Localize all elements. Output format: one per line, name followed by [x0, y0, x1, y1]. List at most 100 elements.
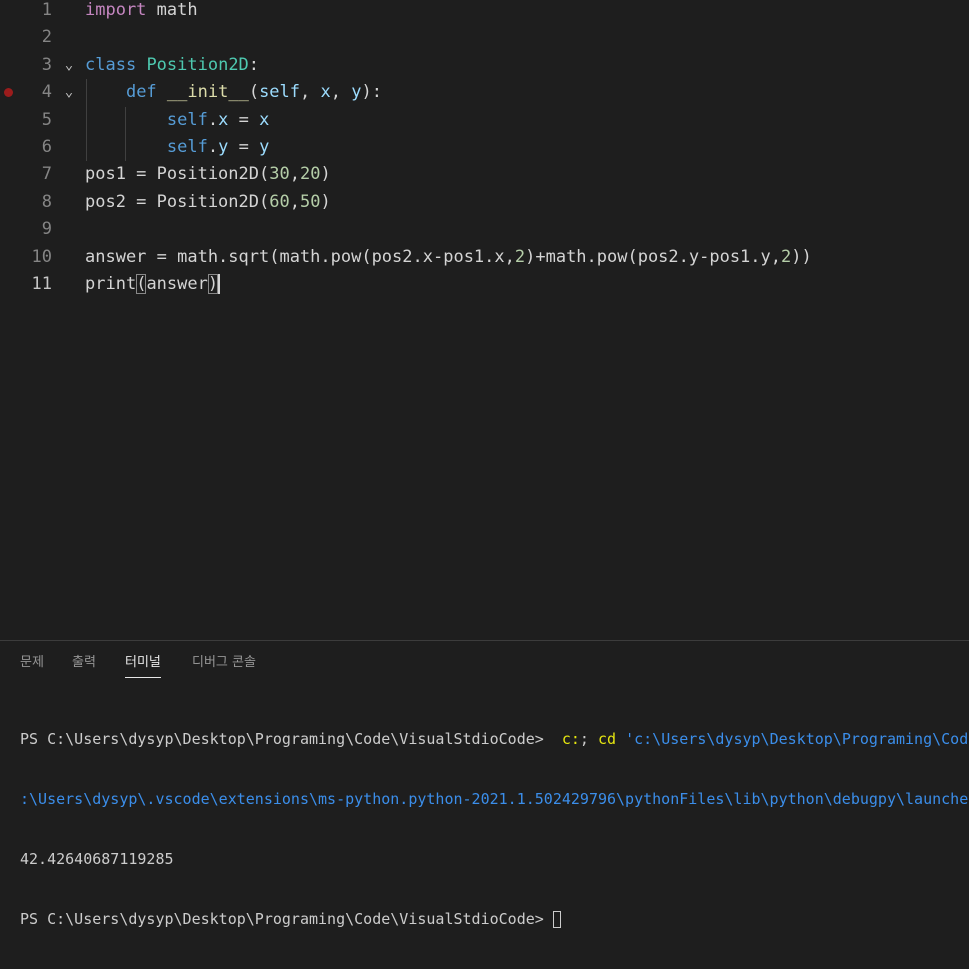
code-token: y	[351, 82, 362, 103]
tab-problems[interactable]: 문제	[20, 653, 44, 677]
line-number: 9	[41, 219, 52, 240]
code-text: import math	[85, 0, 198, 24]
terminal-output[interactable]: PS C:\Users\dysyp\Desktop\Programing\Cod…	[20, 689, 969, 969]
code-line[interactable]: 8 pos2 = Position2D(60,50)	[0, 189, 969, 216]
code-token: )	[320, 191, 331, 212]
code-token: 2	[781, 246, 792, 267]
code-token: def	[125, 82, 157, 103]
code-token: answer = math.sqrt(math.pow(pos2.x-pos1.…	[85, 246, 515, 267]
code-token: .	[207, 109, 219, 130]
code-text: pos1 = Position2D(30,20)	[85, 161, 331, 188]
code-text: answer = math.sqrt(math.pow(pos2.x-pos1.…	[85, 244, 812, 271]
code-text: pos2 = Position2D(60,50)	[85, 189, 331, 216]
line-number: 3	[41, 54, 52, 75]
terminal-prompt: PS C:\Users\dysyp\Desktop\Programing\Cod…	[20, 910, 553, 928]
code-token: )+math.pow(pos2.y-pos1.y,	[525, 246, 781, 267]
code-token: import	[85, 0, 147, 20]
fold-chevron-icon[interactable]: ⌄	[62, 52, 76, 79]
code-token: 2	[514, 246, 526, 267]
code-line[interactable]: 6 self.y = y	[0, 134, 969, 161]
terminal-command: c:	[552, 730, 580, 748]
code-line[interactable]: 5 self.x = x	[0, 107, 969, 134]
code-token: ,	[289, 191, 300, 212]
matched-bracket: (	[136, 274, 147, 294]
code-token: x	[259, 109, 270, 130]
code-token: x	[320, 82, 331, 103]
code-token: ,	[330, 82, 352, 103]
code-line[interactable]: 11 print(answer)	[0, 271, 969, 298]
line-number: 2	[41, 27, 52, 48]
line-number: 7	[41, 164, 52, 185]
code-token: y	[259, 137, 270, 157]
code-token: =	[228, 109, 260, 130]
code-line[interactable]: 1 import math	[0, 0, 969, 24]
code-token: 30	[269, 164, 290, 185]
code-text: def __init__(self, x, y):	[85, 79, 382, 106]
code-token: print	[85, 274, 137, 294]
code-token: .	[207, 137, 219, 157]
code-token: __init__	[166, 82, 249, 103]
code-line[interactable]: 4 ⌄ def __init__(self, x, y):	[0, 79, 969, 106]
code-token: (	[248, 82, 260, 103]
text-cursor	[218, 274, 221, 294]
code-token: class	[85, 54, 137, 75]
code-token: math	[146, 0, 198, 20]
indent-guide	[86, 79, 87, 162]
terminal-separator: ;	[579, 730, 598, 748]
code-line[interactable]: 10 answer = math.sqrt(math.pow(pos2.x-pos…	[0, 244, 969, 271]
code-token: ))	[791, 246, 812, 267]
line-number: 6	[41, 137, 52, 157]
code-token: self	[166, 109, 208, 130]
code-line[interactable]: 9	[0, 216, 969, 243]
tab-output[interactable]: 출력	[72, 653, 96, 677]
code-text: class Position2D:	[85, 52, 259, 79]
terminal-line: PS C:\Users\dysyp\Desktop\Programing\Cod…	[20, 729, 969, 749]
code-token: 60	[269, 191, 290, 212]
code-token: self	[166, 137, 208, 157]
terminal-line: PS C:\Users\dysyp\Desktop\Programing\Cod…	[20, 909, 969, 929]
code-token: x	[218, 109, 229, 130]
terminal-prompt: PS C:\Users\dysyp\Desktop\Programing\Cod…	[20, 730, 553, 748]
tab-terminal[interactable]: 터미널	[125, 653, 161, 678]
tab-debug-console[interactable]: 디버그 콘솔	[192, 653, 256, 677]
code-token: ):	[361, 82, 382, 103]
code-token: =	[228, 137, 260, 157]
code-token: 20	[299, 164, 321, 185]
code-token: pos1 = Position2D(	[85, 164, 270, 185]
terminal-command-cd: cd	[597, 730, 617, 748]
code-token: :	[248, 54, 260, 75]
line-number: 1	[41, 0, 52, 20]
terminal-line: :\Users\dysyp\.vscode\extensions\ms-pyth…	[20, 790, 969, 808]
terminal-output-value: 42.42640687119285	[20, 850, 174, 868]
code-text: self.y = y	[85, 134, 269, 161]
bottom-panel: 문제 출력 터미널 디버그 콘솔 PS C:\Users\dysyp\Deskt…	[0, 640, 969, 928]
code-token: ,	[300, 82, 321, 103]
code-line[interactable]: 2	[0, 24, 969, 51]
line-number: 4	[41, 82, 52, 103]
code-token: )	[320, 164, 331, 185]
fold-chevron-icon[interactable]: ⌄	[62, 79, 76, 106]
code-token: Position2D	[146, 54, 249, 75]
code-text: self.x = x	[85, 107, 269, 134]
code-token: ,	[289, 164, 300, 185]
code-line[interactable]: 7 pos1 = Position2D(30,20)	[0, 161, 969, 188]
line-number: 8	[41, 191, 52, 212]
panel-tabs: 문제 출력 터미널 디버그 콘솔	[0, 641, 969, 679]
terminal-cursor	[552, 911, 561, 928]
code-token: y	[218, 137, 229, 157]
line-number: 10	[31, 246, 52, 267]
code-token: pos2 = Position2D(	[85, 191, 270, 212]
code-line[interactable]: 3 ⌄ class Position2D:	[0, 52, 969, 79]
matched-bracket: )	[207, 274, 219, 294]
terminal-path: 'c:\Users\dysyp\Desktop\Programing\Code\…	[625, 730, 969, 748]
code-token: 50	[299, 191, 321, 212]
line-number: 11	[31, 274, 52, 294]
line-number: 5	[41, 109, 52, 130]
code-editor[interactable]: 1 import math 2 3 ⌄ class Position2D: 4 ⌄ def _…	[0, 0, 969, 640]
indent-guide	[125, 106, 126, 162]
code-text: print(answer)	[85, 271, 221, 298]
breakpoint-icon[interactable]	[4, 88, 13, 98]
